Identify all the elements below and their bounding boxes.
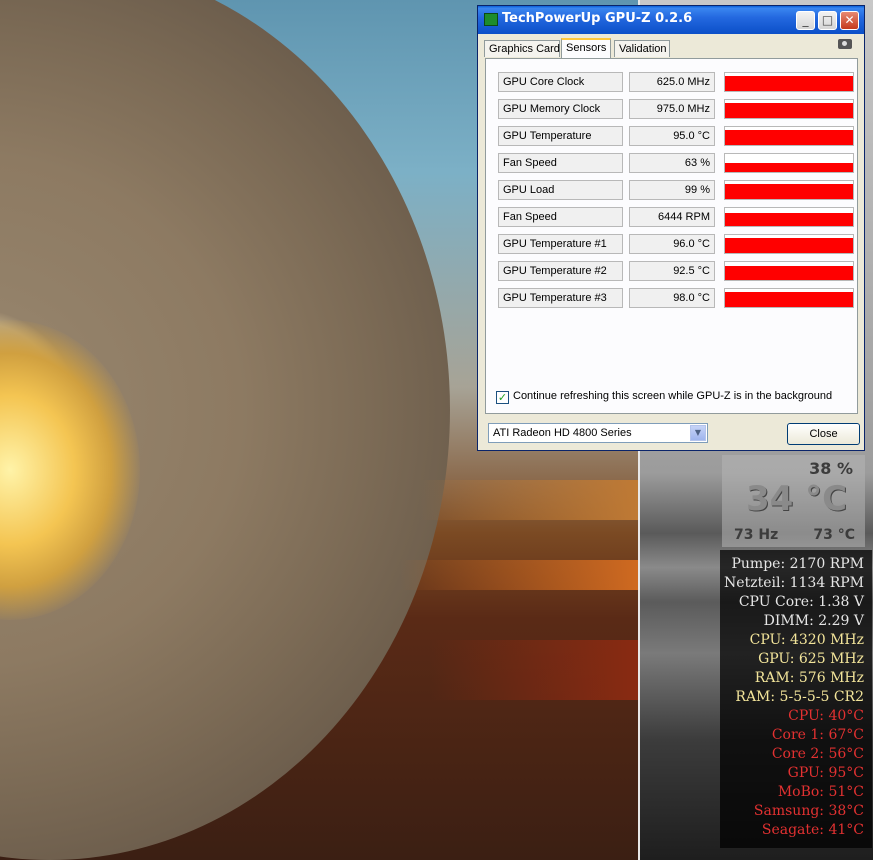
title-bar[interactable]: TechPowerUp GPU-Z 0.2.6 _ □ ✕ (478, 6, 864, 34)
system-stats-overlay: Pumpe: 2170 RPM Netzteil: 1134 RPM CPU Cor… (720, 550, 872, 848)
sensor-graph[interactable] (724, 261, 854, 281)
sensor-name: GPU Core Clock (498, 72, 623, 92)
stat-line: CPU: 4320 MHz (749, 632, 864, 648)
stat-line: Netzteil: 1134 RPM (724, 575, 864, 591)
sensor-name: GPU Memory Clock (498, 99, 623, 119)
sensor-value: 96.0 °C (629, 234, 715, 254)
sensor-graph[interactable] (724, 288, 854, 308)
refresh-checkbox-label: Continue refreshing this screen while GP… (513, 390, 833, 402)
sensor-name: GPU Temperature #1 (498, 234, 623, 254)
sensor-value: 99 % (629, 180, 715, 200)
chevron-down-icon[interactable]: ▼ (690, 425, 706, 441)
tab-validation[interactable]: Validation (614, 40, 670, 57)
minimize-button[interactable]: _ (796, 11, 815, 30)
stat-line: DIMM: 2.29 V (763, 613, 864, 629)
sensor-value: 92.5 °C (629, 261, 715, 281)
sensor-name: GPU Temperature #2 (498, 261, 623, 281)
stat-line: Samsung: 38°C (753, 803, 864, 819)
gadget-refresh-rate: 73 Hz (734, 527, 779, 543)
gadget-percent: 38 % (809, 459, 853, 478)
sensor-graph[interactable] (724, 153, 854, 173)
stat-line: RAM: 5-5-5-5 CR2 (735, 689, 864, 705)
gpuz-window: TechPowerUp GPU-Z 0.2.6 _ □ ✕ Graphics C… (477, 5, 865, 451)
stat-line: RAM: 576 MHz (754, 670, 864, 686)
tab-graphics-card[interactable]: Graphics Card (484, 40, 560, 57)
stat-line: GPU: 95°C (787, 765, 864, 781)
close-window-button[interactable]: ✕ (840, 11, 859, 30)
sensor-name: GPU Temperature #3 (498, 288, 623, 308)
stat-line: MoBo: 51°C (777, 784, 864, 800)
sensor-graph-fill (725, 291, 853, 307)
window-title: TechPowerUp GPU-Z 0.2.6 (502, 11, 693, 26)
sensor-name: Fan Speed (498, 207, 623, 227)
sensor-graph[interactable] (724, 126, 854, 146)
sensor-value: 975.0 MHz (629, 99, 715, 119)
sensor-value: 63 % (629, 153, 715, 173)
sensor-value: 625.0 MHz (629, 72, 715, 92)
stat-line: CPU: 40°C (788, 708, 864, 724)
stat-line: Core 1: 67°C (771, 727, 864, 743)
sensor-graph-fill (725, 183, 853, 199)
stat-line: Seagate: 41°C (761, 822, 864, 838)
sensor-graph-fill (725, 102, 853, 118)
sensor-graph[interactable] (724, 207, 854, 227)
gpu-select-value: ATI Radeon HD 4800 Series (493, 427, 632, 439)
close-button[interactable]: Close (787, 423, 860, 445)
gadget-temperature: 34 °C (746, 479, 848, 519)
temperature-gadget: 38 % 34 °C 73 Hz 73 °C (722, 455, 865, 547)
stat-line: Core 2: 56°C (771, 746, 864, 762)
screenshot-camera-icon[interactable] (838, 39, 852, 49)
sensor-graph-fill (725, 129, 853, 145)
gpu-select-dropdown[interactable]: ATI Radeon HD 4800 Series ▼ (488, 423, 708, 443)
sensor-value: 6444 RPM (629, 207, 715, 227)
stat-line: CPU Core: 1.38 V (738, 594, 864, 610)
maximize-button[interactable]: □ (818, 11, 837, 30)
sensor-graph-fill (725, 162, 853, 172)
sensor-graph-fill (725, 213, 853, 226)
tab-sensors[interactable]: Sensors (561, 38, 611, 58)
wallpaper-streak (420, 480, 640, 520)
wallpaper-streak (430, 640, 640, 700)
sensor-graph-fill (725, 266, 853, 280)
gadget-temperature-2: 73 °C (813, 527, 855, 543)
sensor-value: 98.0 °C (629, 288, 715, 308)
stat-line: GPU: 625 MHz (758, 651, 864, 667)
sensor-graph[interactable] (724, 72, 854, 92)
sensor-graph-fill (725, 75, 853, 91)
sensor-name: Fan Speed (498, 153, 623, 173)
sensor-graph[interactable] (724, 234, 854, 254)
refresh-checkbox[interactable]: ✓ (496, 391, 509, 404)
sensor-graph[interactable] (724, 99, 854, 119)
stat-line: Pumpe: 2170 RPM (731, 556, 864, 572)
gpuz-app-icon (484, 13, 498, 26)
wallpaper-streak (400, 560, 640, 590)
sensor-name: GPU Temperature (498, 126, 623, 146)
sensors-panel: ✓ Continue refreshing this screen while … (485, 58, 858, 414)
sensor-graph-fill (725, 237, 853, 253)
sensor-value: 95.0 °C (629, 126, 715, 146)
sensor-graph[interactable] (724, 180, 854, 200)
sensor-name: GPU Load (498, 180, 623, 200)
